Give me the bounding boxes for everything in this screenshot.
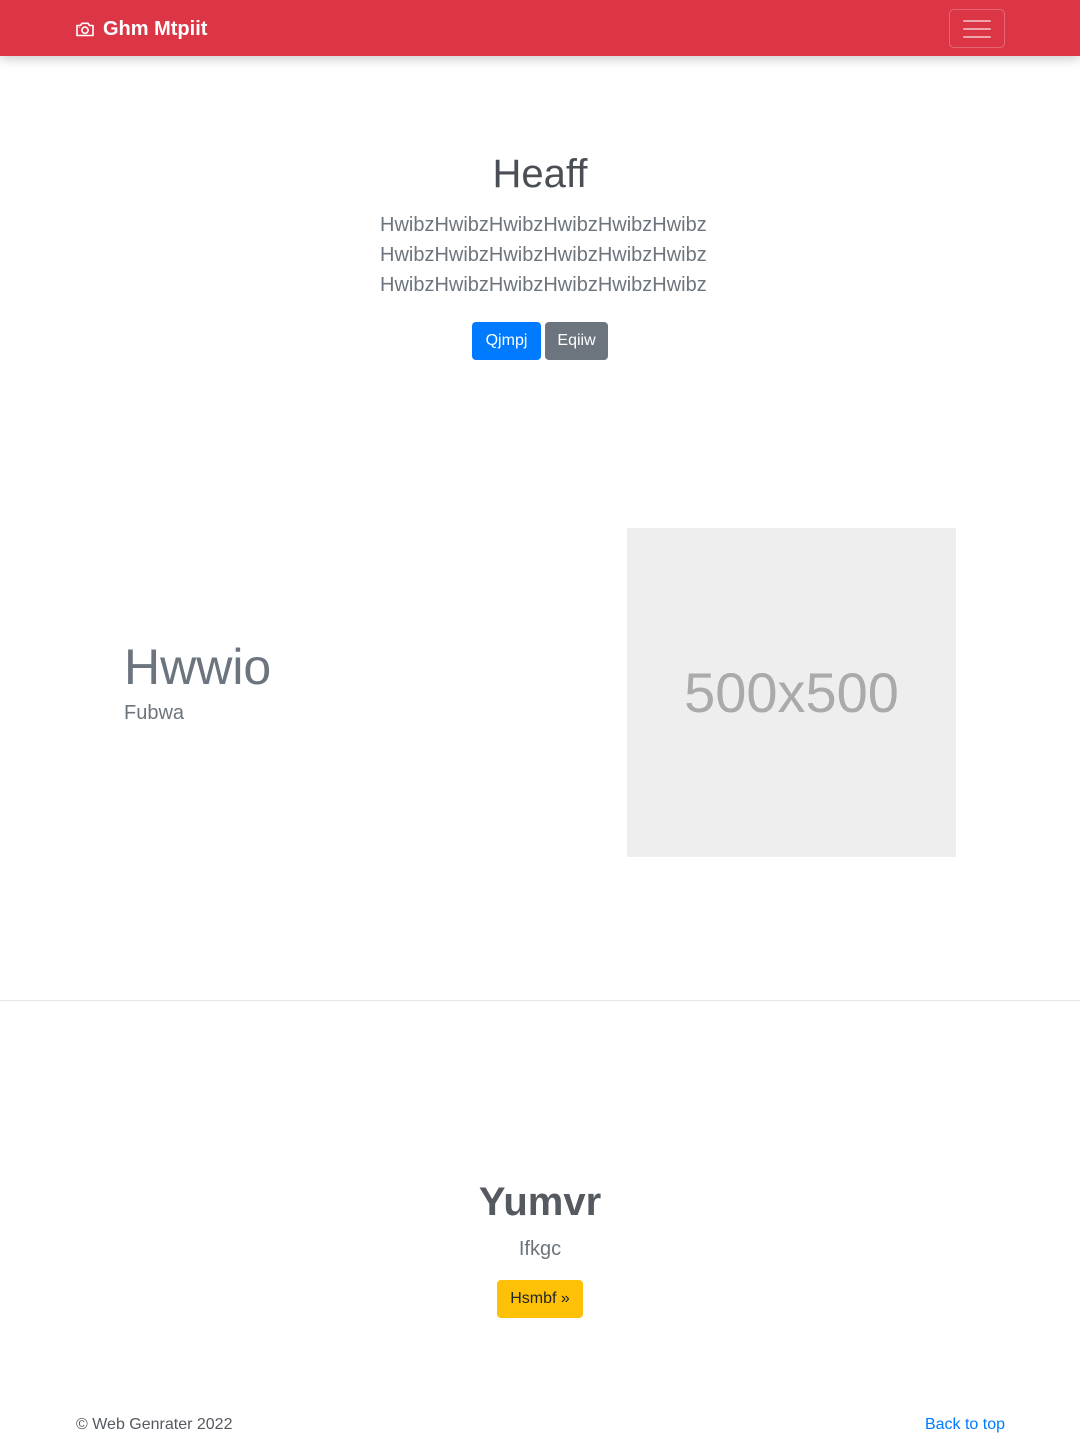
feature-image-placeholder: 500x500 xyxy=(627,528,956,857)
hamburger-menu-icon xyxy=(963,19,991,22)
cta-title: Yumvr xyxy=(478,1180,602,1224)
feature-text: Fubwa xyxy=(124,702,185,724)
navbar-brand[interactable]: Ghm Mtpiit xyxy=(75,15,207,43)
hero-primary-button[interactable]: Qjmpj xyxy=(472,322,541,360)
navbar-toggler-button[interactable] xyxy=(949,9,1005,48)
camera-icon xyxy=(76,22,94,37)
brand-name: Ghm Mtpiit xyxy=(103,17,208,40)
cta-button-wrap: Hsmbf » xyxy=(0,1280,1080,1318)
section-divider xyxy=(0,1000,1080,1001)
navbar: Ghm Mtpiit xyxy=(0,0,1080,56)
hero-buttons: Qjmpj Eqiiw xyxy=(0,322,1080,360)
footer-copyright: © Web Genrater 2022 xyxy=(76,1416,233,1433)
feature-heading: Hwwio xyxy=(124,639,272,695)
cta-button[interactable]: Hsmbf » xyxy=(497,1280,583,1318)
cta-subtitle: Ifkgc xyxy=(518,1238,562,1260)
placeholder-label: 500x500 xyxy=(684,661,899,724)
hero-title: Heaff xyxy=(492,152,588,196)
back-to-top-link[interactable]: Back to top xyxy=(925,1416,1005,1434)
hero-lead-text: HwibzHwibzHwibzHwibzHwibzHwibz HwibzHwib… xyxy=(380,214,707,296)
hero-secondary-button[interactable]: Eqiiw xyxy=(545,322,608,360)
